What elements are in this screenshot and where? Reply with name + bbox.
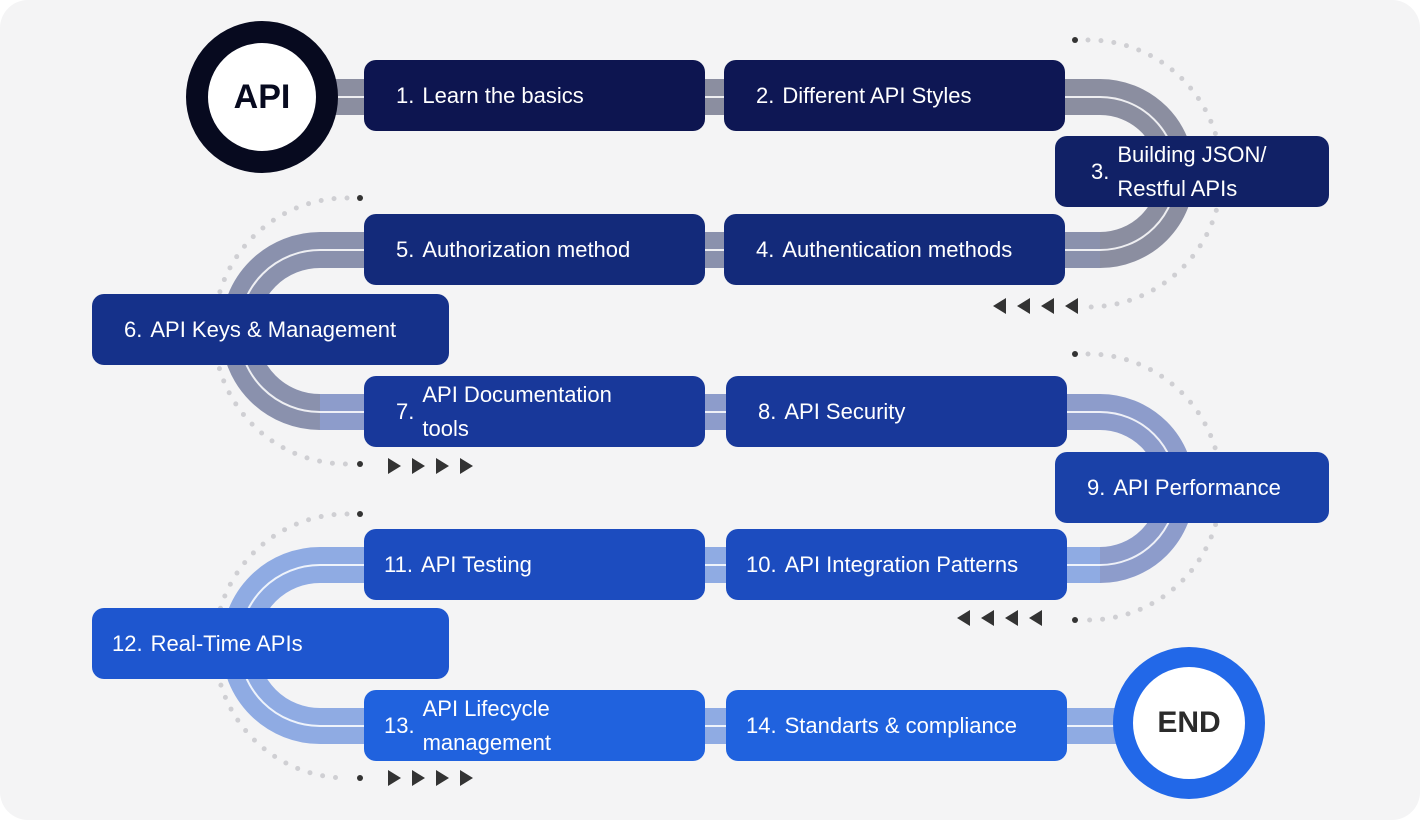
step-2-box: 2. Different API Styles: [724, 60, 1065, 131]
step-14-box: 14. Standarts & compliance: [726, 690, 1067, 761]
step-label: API Integration Patterns: [784, 551, 1019, 577]
step-label: Learn the basics: [422, 82, 584, 108]
arrow-right-icon: [412, 770, 425, 786]
step-label: Different API Styles: [782, 82, 972, 108]
step-label: API Security: [784, 398, 906, 424]
step-1-box: 1. Learn the basics: [364, 60, 705, 131]
arrow-left-icon: [1017, 298, 1030, 314]
step-label: API Lifecycle management: [422, 695, 552, 755]
step-number: 6.: [124, 316, 143, 342]
step-number: 4.: [756, 236, 775, 262]
step-number: 3.: [1091, 158, 1110, 184]
dot-endpoint: [1072, 37, 1078, 43]
step-number: 5.: [396, 236, 415, 262]
start-circle: API: [186, 21, 338, 173]
step-6-box: 6. API Keys & Management: [92, 294, 449, 365]
step-13-box: 13. API Lifecycle management: [364, 690, 705, 761]
dot-endpoint: [1072, 617, 1078, 623]
dot-endpoint: [357, 775, 363, 781]
step-label: Building JSON/ Restful APIs: [1117, 141, 1267, 201]
arrow-left-icon: [981, 610, 994, 626]
step-3-box: 3. Building JSON/ Restful APIs: [1055, 136, 1329, 207]
step-10-box: 10. API Integration Patterns: [726, 529, 1067, 600]
dot-endpoint: [357, 195, 363, 201]
step-label: API Keys & Management: [150, 316, 397, 342]
dot-endpoint: [357, 511, 363, 517]
arrow-right-icon: [460, 770, 473, 786]
step-number: 7.: [396, 398, 415, 424]
step-label: API Performance: [1113, 474, 1281, 500]
step-number: 2.: [756, 82, 775, 108]
step-number: 13.: [384, 712, 415, 738]
arrow-left-icon: [993, 298, 1006, 314]
arrow-right-icon: [436, 770, 449, 786]
arrow-right-icon: [388, 458, 401, 474]
arrow-right-icon: [388, 770, 401, 786]
step-number: 12.: [112, 630, 143, 656]
end-label: END: [1157, 706, 1221, 739]
step-number: 11.: [384, 551, 413, 577]
step-8-box: 8. API Security: [726, 376, 1067, 447]
arrow-left-icon: [1065, 298, 1078, 314]
step-label: API Testing: [420, 551, 532, 577]
arrow-left-icon: [1005, 610, 1018, 626]
step-11-box: 11. API Testing: [364, 529, 705, 600]
end-circle: END: [1113, 647, 1265, 799]
step-7-box: 7. API Documentation tools: [364, 376, 705, 447]
step-label: Real-Time APIs: [150, 630, 303, 656]
arrow-left-icon: [957, 610, 970, 626]
step-label: Authorization method: [422, 236, 631, 262]
dot-endpoint: [1072, 351, 1078, 357]
step-12-box: 12. Real-Time APIs: [92, 608, 449, 679]
arrow-left-icon: [1041, 298, 1054, 314]
step-number: 10.: [746, 551, 777, 577]
step-label: API Documentation tools: [422, 381, 612, 441]
step-number: 1.: [396, 82, 415, 108]
step-number: 14.: [746, 712, 777, 738]
start-label: API: [233, 77, 291, 116]
step-5-box: 5. Authorization method: [364, 214, 705, 285]
step-4-box: 4. Authentication methods: [724, 214, 1065, 285]
arrow-right-icon: [412, 458, 425, 474]
arrow-right-icon: [460, 458, 473, 474]
step-number: 9.: [1087, 474, 1106, 500]
step-number: 8.: [758, 398, 777, 424]
step-label: Standarts & compliance: [784, 712, 1017, 738]
step-9-box: 9. API Performance: [1055, 452, 1329, 523]
step-label: Authentication methods: [782, 236, 1013, 262]
arrow-right-icon: [436, 458, 449, 474]
dot-endpoint: [357, 461, 363, 467]
arrow-left-icon: [1029, 610, 1042, 626]
